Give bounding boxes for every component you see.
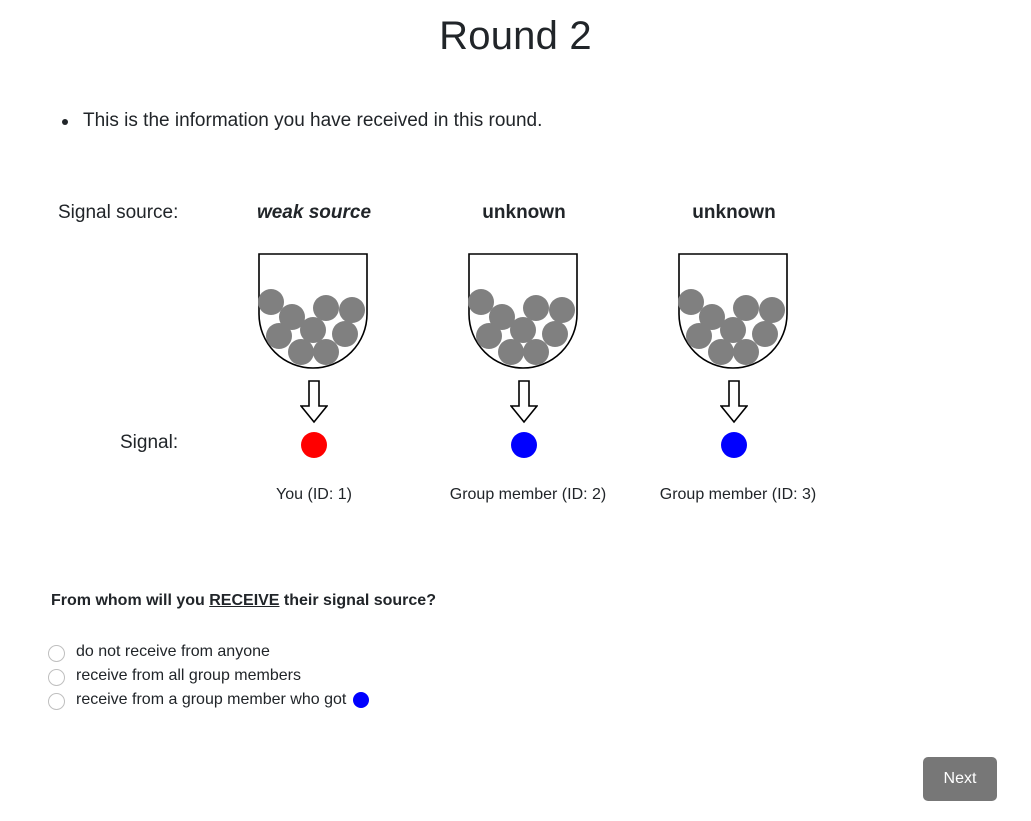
receive-options: do not receive from anyone receive from … bbox=[48, 640, 370, 712]
info-list: This is the information you have receive… bbox=[62, 110, 542, 132]
source-label-2: unknown bbox=[482, 202, 566, 223]
signal-dot-3 bbox=[721, 432, 747, 458]
info-text: This is the information you have receive… bbox=[62, 110, 542, 132]
signal-dot-2 bbox=[511, 432, 537, 458]
option-receive-color-match[interactable]: receive from a group member who got bbox=[48, 688, 370, 712]
arrow-down-icon-1 bbox=[300, 380, 328, 424]
option-label: receive from all group members bbox=[76, 667, 301, 684]
arrow-down-icon-2 bbox=[510, 380, 538, 424]
question-suffix: their signal source? bbox=[279, 592, 436, 609]
question-emphasis: RECEIVE bbox=[209, 592, 280, 609]
signal-label: Signal: bbox=[120, 432, 179, 453]
radio-button[interactable] bbox=[48, 692, 65, 710]
source-label-3: unknown bbox=[692, 202, 776, 223]
member-label-2: Group member (ID: 2) bbox=[449, 486, 607, 503]
radio-button[interactable] bbox=[48, 668, 65, 686]
member-label-1: You (ID: 1) bbox=[276, 486, 352, 503]
member-label-3: Group member (ID: 3) bbox=[659, 486, 817, 503]
option-label: receive from a group member who got bbox=[76, 691, 347, 708]
next-button[interactable]: Next bbox=[923, 757, 997, 801]
signal-source-label: Signal source: bbox=[58, 202, 179, 223]
option-receive-all[interactable]: receive from all group members bbox=[48, 664, 369, 688]
radio-button[interactable] bbox=[48, 644, 65, 662]
urn-icon-1 bbox=[258, 253, 368, 369]
option-receive-none[interactable]: do not receive from anyone bbox=[48, 640, 369, 664]
question-prefix: From whom will you bbox=[51, 592, 210, 609]
urn-icon-3 bbox=[678, 253, 788, 369]
receive-question: From whom will you RECEIVE their signal … bbox=[51, 592, 436, 610]
source-label-1: weak source bbox=[256, 202, 372, 223]
signal-dot-1 bbox=[301, 432, 327, 458]
page-title: Round 2 bbox=[439, 14, 592, 58]
arrow-down-icon-3 bbox=[720, 380, 748, 424]
option-label: do not receive from anyone bbox=[76, 643, 270, 660]
urn-icon-2 bbox=[468, 253, 578, 369]
blue-signal-dot bbox=[353, 692, 370, 708]
